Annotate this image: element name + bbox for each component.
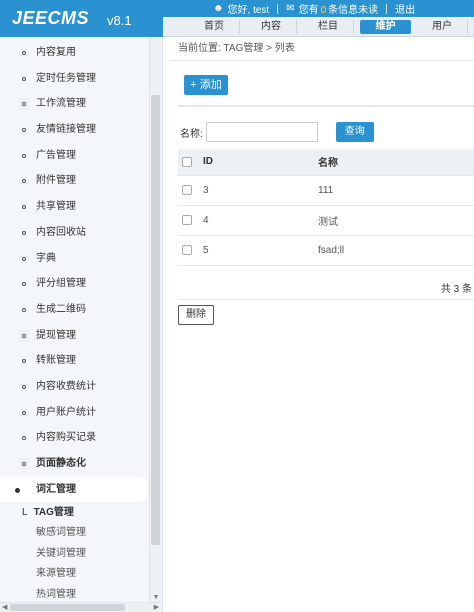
sidebar-item[interactable]: 内容复用: [0, 40, 162, 66]
divider: [178, 105, 474, 107]
nav-home[interactable]: 首页: [189, 19, 241, 34]
messages-link[interactable]: 您有 0 条信息未读: [299, 1, 379, 16]
bullet-icon: [22, 128, 26, 133]
bullet-icon: [22, 359, 26, 364]
version-label: v8.1: [107, 13, 132, 28]
main-content: 当前位置: TAG管理 > 列表 + 添加 名称: 查询 ID 名称 3 111…: [170, 37, 474, 612]
sidebar-item[interactable]: 用户账户统计: [0, 400, 162, 426]
bullet-icon: [22, 307, 26, 312]
cell-id: 4: [203, 205, 318, 236]
sidebar-item[interactable]: 共享管理: [0, 194, 162, 220]
bullet-icon: [22, 102, 26, 107]
sidebar-item[interactable]: 内容购买记录: [0, 425, 162, 451]
sidebar-item[interactable]: 生成二维码: [0, 297, 162, 323]
separator: [386, 3, 388, 14]
nav-content[interactable]: 内容: [246, 19, 298, 34]
table-header-row: ID 名称: [178, 149, 474, 176]
nav-maintenance[interactable]: 维护: [360, 19, 411, 34]
bullet-icon: [15, 487, 20, 493]
sidebar-item-static-pages[interactable]: 页面静态化: [0, 451, 162, 477]
scrollbar-thumb[interactable]: [10, 604, 125, 611]
tag-table: ID 名称 3 111 4 测试 5 fsad;ll: [178, 149, 474, 266]
sidebar-item[interactable]: 附件管理: [0, 168, 162, 194]
cell-id: 3: [203, 175, 318, 206]
sidebar-item-vocabulary[interactable]: 词汇管理: [0, 476, 148, 503]
sidebar-item[interactable]: 定时任务管理: [0, 66, 162, 92]
divider: [178, 299, 474, 300]
sidebar-item[interactable]: 友情链接管理: [0, 117, 162, 143]
bullet-icon: [22, 333, 26, 338]
sidebar-item[interactable]: 字典: [0, 246, 162, 272]
sidebar-item[interactable]: 工作流管理: [0, 91, 162, 117]
bullet-icon: [22, 230, 26, 235]
table-row: 5 fsad;ll: [178, 235, 474, 266]
name-search-input[interactable]: [205, 122, 318, 142]
cell-name: 测试: [318, 205, 474, 236]
scrollbar-thumb[interactable]: [151, 95, 160, 545]
sidebar-subitem[interactable]: 关键词管理: [0, 544, 162, 565]
search-button[interactable]: 查询: [335, 122, 374, 142]
cell-id: 5: [203, 235, 318, 266]
row-checkbox[interactable]: [182, 244, 192, 255]
sidebar-horizontal-scrollbar[interactable]: ◀ ▶: [0, 602, 161, 612]
scroll-right-icon[interactable]: ▶: [154, 603, 159, 612]
nav-column[interactable]: 栏目: [303, 19, 355, 34]
mail-icon: ✉: [286, 3, 295, 14]
sidebar-item[interactable]: 提现管理: [0, 323, 162, 349]
plus-icon: +: [190, 79, 200, 91]
user-icon: ☻: [213, 3, 224, 14]
bullet-icon: [22, 436, 26, 441]
search-label: 名称:: [180, 128, 203, 140]
sidebar-subitem-tag[interactable]: L TAG管理: [0, 502, 162, 523]
sidebar-item[interactable]: 评分组管理: [0, 271, 162, 297]
bullet-icon: [22, 179, 26, 184]
logout-link[interactable]: 退出: [395, 1, 415, 16]
bullet-icon: [22, 410, 26, 415]
scroll-left-icon[interactable]: ◀: [2, 603, 7, 612]
separator: [277, 3, 279, 14]
sidebar-item[interactable]: 内容收费统计: [0, 374, 162, 400]
bullet-icon: [22, 51, 26, 55]
tree-branch-icon: L: [22, 507, 28, 519]
add-button[interactable]: + 添加: [184, 75, 228, 95]
search-form: 名称: 查询: [180, 122, 374, 142]
bullet-icon: [22, 256, 26, 261]
row-checkbox[interactable]: [182, 214, 192, 225]
logo-area: JEECMS v8.1: [0, 0, 163, 37]
total-count: 共 3 条: [440, 284, 472, 295]
breadcrumb: 当前位置: TAG管理 > 列表: [170, 37, 474, 61]
cell-name: fsad;ll: [318, 235, 474, 266]
bullet-icon: [22, 384, 26, 389]
table-row: 3 111: [178, 175, 474, 206]
bullet-icon: [22, 153, 26, 158]
top-bar: ☻ 您好, test ✉ 您有 0 条信息未读 退出: [163, 0, 474, 17]
delete-button[interactable]: 删除: [178, 305, 214, 325]
sidebar-subitem[interactable]: 敏感词管理: [0, 523, 162, 544]
sidebar-item[interactable]: 广告管理: [0, 143, 162, 169]
column-header-id: ID: [203, 149, 318, 176]
nav-users[interactable]: 用户: [417, 19, 468, 34]
sidebar-subitem[interactable]: 来源管理: [0, 564, 162, 585]
scroll-down-icon[interactable]: ▼: [152, 594, 160, 602]
main-nav: 首页 内容 栏目 维护 用户: [163, 17, 474, 37]
bullet-icon: [22, 462, 26, 466]
table-row: 4 测试: [178, 205, 474, 236]
bullet-icon: [22, 282, 26, 287]
row-checkbox[interactable]: [182, 184, 192, 195]
logo: JEECMS: [12, 8, 90, 28]
column-header-name: 名称: [318, 149, 474, 176]
cell-name: 111: [318, 175, 474, 206]
message-count: 0: [320, 5, 327, 16]
sidebar-item[interactable]: 转账管理: [0, 348, 162, 374]
bullet-icon: [22, 76, 26, 81]
bullet-icon: [22, 205, 26, 210]
sidebar-item[interactable]: 内容回收站: [0, 220, 162, 246]
sidebar-vertical-scrollbar[interactable]: ▼: [149, 37, 161, 602]
select-all-checkbox[interactable]: [182, 156, 192, 167]
sidebar: 内容复用 定时任务管理 工作流管理 友情链接管理 广告管理 附件管理 共享管理 …: [0, 37, 163, 612]
greeting: 您好, test: [227, 5, 270, 16]
